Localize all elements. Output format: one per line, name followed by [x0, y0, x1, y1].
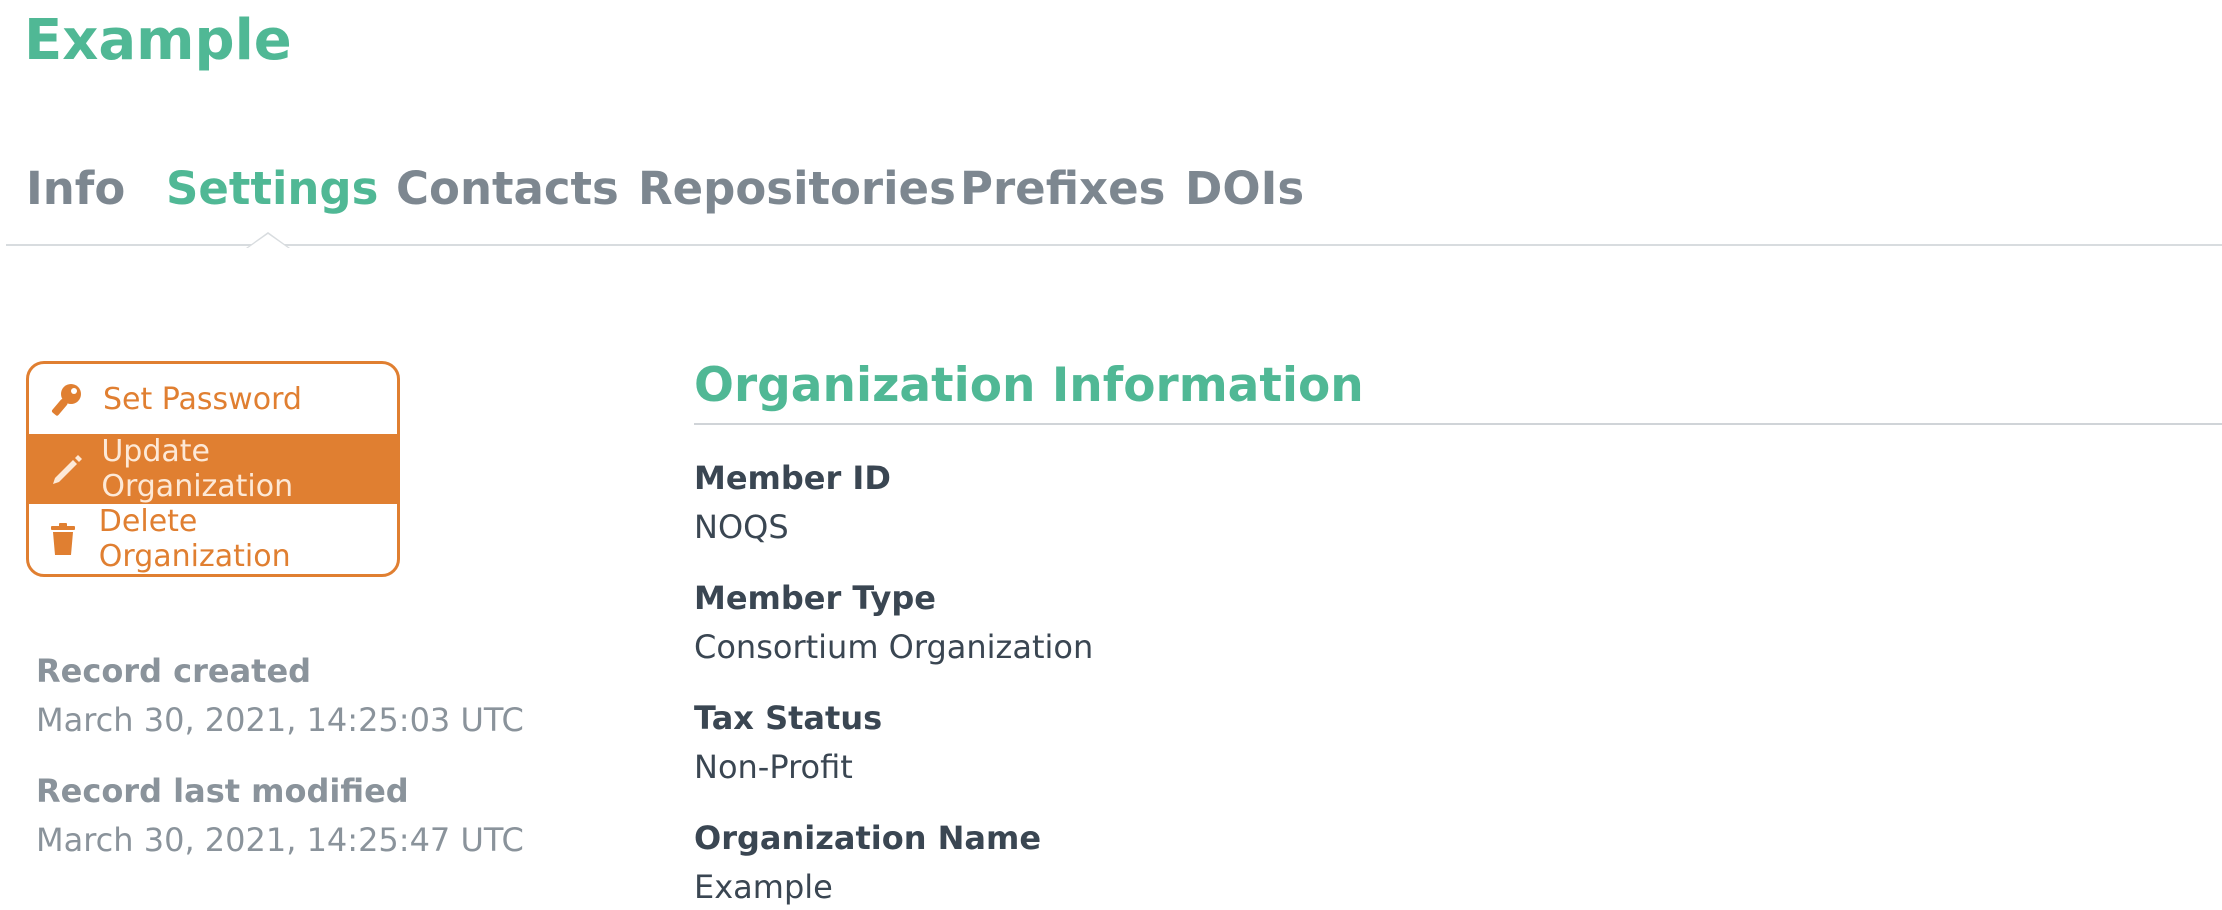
- tab-bar: Info Settings Contacts Repositories Pref…: [6, 144, 2222, 248]
- tab-repositories[interactable]: Repositories: [638, 162, 956, 215]
- tax-status-value: Non-Profit: [694, 748, 853, 786]
- organization-name-label: Organization Name: [694, 819, 1042, 857]
- tab-prefixes[interactable]: Prefixes: [960, 162, 1165, 215]
- page-title: Example: [24, 8, 292, 73]
- organization-name-value: Example: [694, 868, 833, 906]
- section-title: Organization Information: [694, 358, 1364, 413]
- member-id-value: NOQS: [694, 508, 789, 546]
- tab-contacts[interactable]: Contacts: [396, 162, 619, 215]
- trash-icon: [45, 521, 81, 557]
- record-created-label: Record created: [36, 652, 312, 690]
- tax-status-label: Tax Status: [694, 699, 883, 737]
- pencil-icon: [49, 451, 83, 487]
- tab-info[interactable]: Info: [26, 162, 125, 215]
- key-icon: [49, 381, 85, 417]
- member-id-label: Member ID: [694, 459, 891, 497]
- member-type-label: Member Type: [694, 579, 936, 617]
- settings-actions-menu: Set Password Update Organization Delete …: [26, 361, 400, 577]
- set-password-button[interactable]: Set Password: [29, 364, 397, 434]
- member-type-value: Consortium Organization: [694, 628, 1094, 666]
- set-password-label: Set Password: [103, 381, 302, 417]
- update-organization-label: Update Organization: [101, 434, 294, 504]
- delete-organization-label: Delete Organization: [98, 504, 291, 574]
- record-modified-label: Record last modified: [36, 772, 409, 810]
- tab-dois[interactable]: DOIs: [1185, 162, 1304, 215]
- section-divider: [694, 423, 2222, 425]
- tab-settings[interactable]: Settings: [166, 162, 378, 215]
- update-organization-button[interactable]: Update Organization: [29, 434, 397, 504]
- delete-organization-button[interactable]: Delete Organization: [29, 504, 397, 574]
- active-tab-indicator: [246, 232, 290, 248]
- record-modified-value: March 30, 2021, 14:25:47 UTC: [36, 821, 524, 859]
- page: Example Info Settings Contacts Repositor…: [0, 0, 2222, 910]
- record-created-value: March 30, 2021, 14:25:03 UTC: [36, 701, 524, 739]
